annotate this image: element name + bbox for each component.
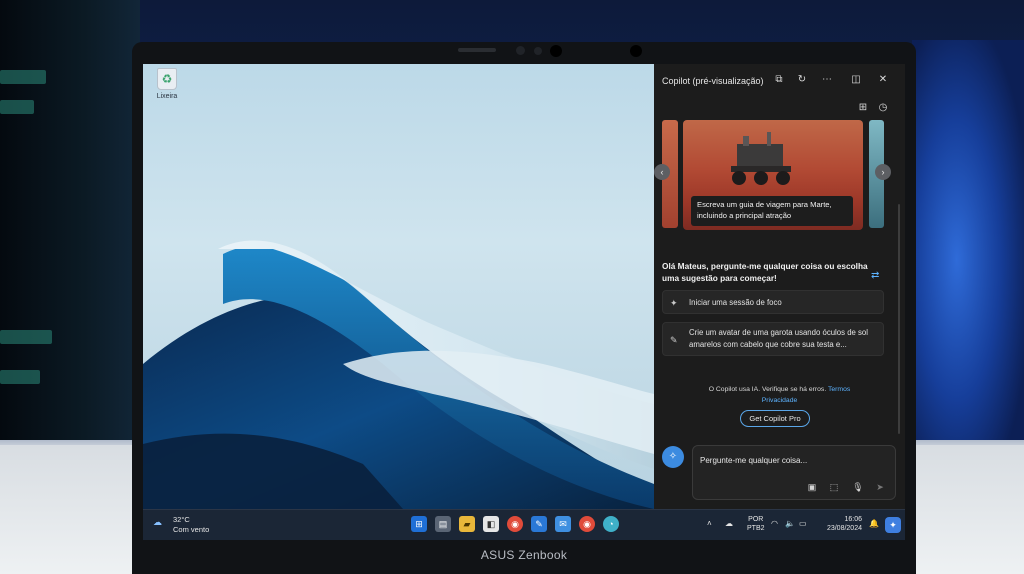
chrome-icon[interactable]: ◉: [579, 516, 595, 532]
chevron-up-icon[interactable]: ˄: [707, 516, 712, 532]
recycle-bin-shortcut[interactable]: ♻ Lixeira: [153, 68, 181, 100]
lang-top: POR: [748, 516, 764, 523]
desktop[interactable]: ♻ Lixeira: [143, 64, 654, 509]
suggestion-focus-session[interactable]: ✦ Iniciar uma sessão de foco: [662, 290, 884, 314]
recycle-bin-label: Lixeira: [156, 93, 178, 100]
suggestion-text: Iniciar uma sessão de foco: [689, 298, 782, 307]
scrollbar[interactable]: [898, 204, 900, 434]
background-monitor-right: [912, 40, 1024, 440]
task-view-icon[interactable]: ▤: [435, 516, 451, 532]
onedrive-icon[interactable]: ☁: [725, 516, 733, 532]
suggestion-avatar[interactable]: ✎ Crie um avatar de uma garota usando óc…: [662, 322, 884, 356]
copilot-title: Copilot (pré-visualização): [662, 76, 764, 86]
chat-input[interactable]: [700, 452, 890, 468]
screenshot-icon[interactable]: ⬚: [827, 480, 841, 494]
apps-icon[interactable]: ⊞: [856, 101, 870, 115]
greeting-text: Olá Mateus, pergunte-me qualquer coisa o…: [662, 261, 868, 283]
refresh-suggestions-icon[interactable]: ⇄: [871, 270, 879, 281]
wallpaper-bloom: [143, 240, 654, 509]
background-monitor-left: [0, 0, 140, 440]
more-icon[interactable]: ⋯: [820, 73, 834, 87]
suggestion-carousel: Escreva um guia de viagem para Marte, in…: [662, 120, 884, 230]
copilot-panel: Copilot (pré-visualização) ⧉ ↻ ⋯ ◫ ✕ ⊞ ◷: [654, 64, 905, 509]
editor-icon[interactable]: ✎: [531, 516, 547, 532]
volume-icon[interactable]: 🔈: [785, 516, 795, 532]
chevron-right-icon[interactable]: ›: [875, 164, 891, 180]
dock-icon[interactable]: ◫: [849, 73, 863, 87]
clock-date: 23/08/2024: [826, 525, 862, 532]
wifi-icon[interactable]: ◠: [771, 516, 778, 532]
laptop: ♻ Lixeira Copilot (pré-visualização) ⧉ ↻…: [132, 42, 916, 574]
compose-icon: ✎: [670, 335, 678, 345]
start-icon[interactable]: ⊞: [411, 516, 427, 532]
carousel-card[interactable]: Escreva um guia de viagem para Marte, in…: [683, 120, 863, 230]
sparkle-icon: ✦: [670, 298, 678, 308]
recycle-bin-icon: ♻: [157, 68, 177, 90]
laptop-brand: ASUS Zenbook: [480, 548, 568, 562]
send-icon[interactable]: ➤: [873, 480, 887, 494]
bell-icon[interactable]: 🔔: [869, 516, 879, 532]
weather-icon[interactable]: ☁: [153, 517, 162, 528]
background-stripe: [0, 370, 40, 384]
lang-bottom: PTB2: [747, 525, 765, 532]
edge-icon[interactable]: ◔: [603, 516, 619, 532]
image-icon[interactable]: ▣: [805, 480, 819, 494]
sensor-dot: [516, 46, 525, 55]
chrome-icon[interactable]: ◉: [507, 516, 523, 532]
background-stripe: [0, 330, 52, 344]
external-link-icon[interactable]: ⧉: [772, 73, 786, 87]
webcam-strip: [458, 45, 642, 57]
chevron-left-icon[interactable]: ‹: [654, 164, 670, 180]
folder-icon[interactable]: ▰: [459, 516, 475, 532]
refresh-icon[interactable]: ↻: [795, 73, 809, 87]
taskbar: ☁ 32°C Com vento ⊞ ▤ ▰ ◧ ◉ ✎ ✉ ◉ ◔ ˄ ☁ P…: [143, 509, 905, 540]
clock[interactable]: 16:06 23/08/2024: [818, 515, 862, 533]
privacy-link[interactable]: Privacidade: [762, 397, 798, 404]
mic-icon[interactable]: 🎙: [851, 480, 865, 494]
close-icon[interactable]: ✕: [876, 73, 890, 87]
new-topic-icon[interactable]: ✧: [662, 446, 684, 468]
history-icon[interactable]: ◷: [876, 101, 890, 115]
photo-scene: ♻ Lixeira Copilot (pré-visualização) ⧉ ↻…: [0, 0, 1024, 574]
chat-composer: ▣ ⬚ 🎙 ➤: [692, 445, 896, 500]
ir-camera: [630, 45, 642, 57]
copilot-taskbar-icon[interactable]: ✦: [885, 517, 901, 533]
store-icon[interactable]: ◧: [483, 516, 499, 532]
sensor-slot: [458, 48, 496, 52]
terms-link[interactable]: Termos: [828, 386, 850, 393]
clock-time: 16:06: [844, 516, 862, 523]
carousel-card-text: Escreva um guia de viagem para Marte, in…: [691, 196, 853, 226]
mars-rover-image: [731, 132, 791, 185]
webcam-lens: [550, 45, 562, 57]
get-copilot-pro-button[interactable]: Get Copilot Pro: [740, 410, 810, 427]
suggestion-text: Crie um avatar de uma garota usando ócul…: [689, 328, 868, 349]
background-stripe: [0, 70, 46, 84]
language-indicator[interactable]: POR PTB2: [747, 515, 765, 533]
sensor-dot: [534, 47, 542, 55]
weather-temp: 32°C: [173, 515, 190, 524]
disclaimer-text: O Copilot usa IA. Verifique se há erros.: [708, 386, 827, 393]
screen: ♻ Lixeira Copilot (pré-visualização) ⧉ ↻…: [143, 64, 905, 540]
disclaimer: O Copilot usa IA. Verifique se há erros.…: [654, 384, 905, 406]
weather-desc: Com vento: [173, 525, 210, 534]
background-stripe: [0, 100, 34, 114]
weather-widget[interactable]: 32°C Com vento: [173, 515, 209, 535]
battery-icon[interactable]: ▭: [799, 516, 807, 532]
mail-icon[interactable]: ✉: [555, 516, 571, 532]
